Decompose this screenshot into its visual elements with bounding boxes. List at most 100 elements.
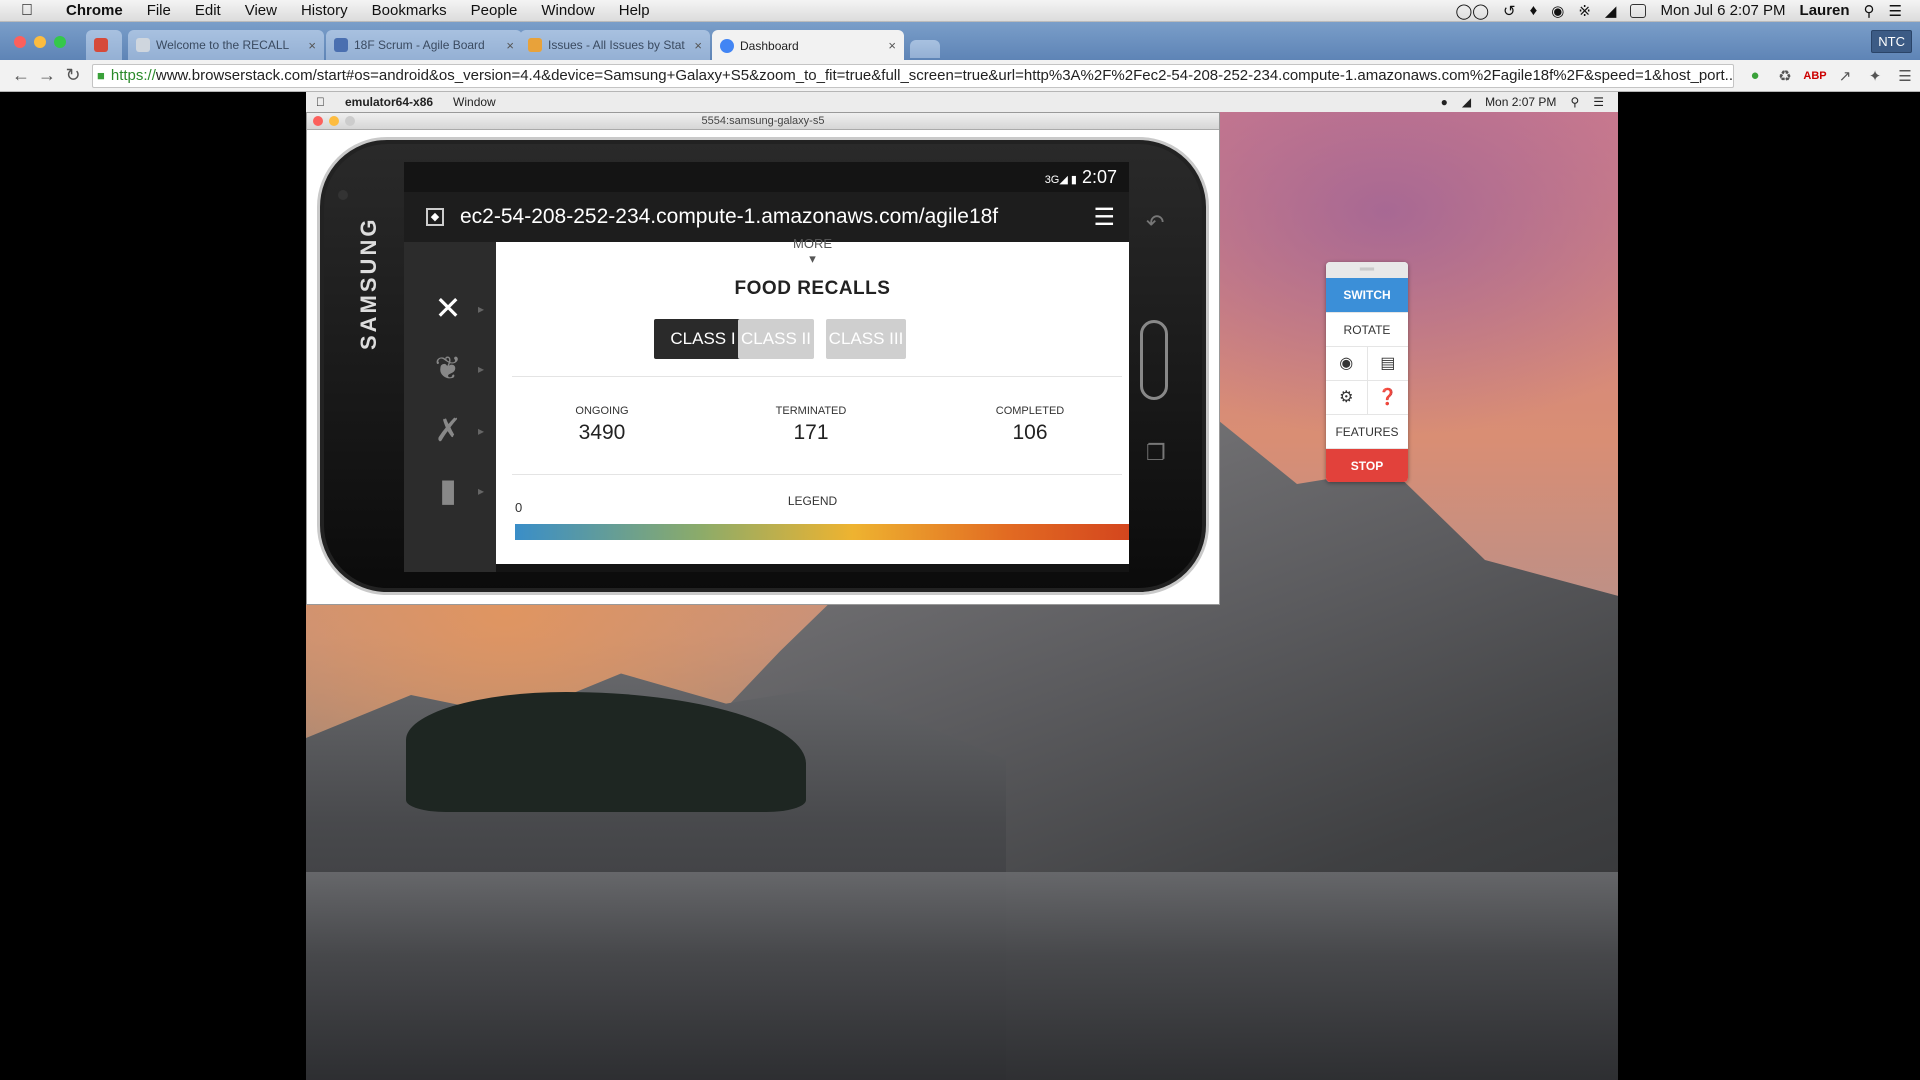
browser-menu-icon[interactable]: ☰ bbox=[1093, 203, 1115, 232]
notification-center-icon[interactable]: ☰ bbox=[1593, 95, 1604, 109]
clock[interactable]: Mon Jul 6 2:07 PM bbox=[1660, 2, 1785, 19]
back-icon[interactable]: ← bbox=[8, 65, 34, 86]
maximize-window-icon[interactable] bbox=[54, 36, 66, 48]
menu-bookmarks[interactable]: Bookmarks bbox=[360, 2, 459, 19]
signal-icon: 3G◢ ▮ bbox=[1044, 174, 1077, 186]
mobile-browser-urlbar[interactable]: ◆ ec2-54-208-252-234.compute-1.amazonaws… bbox=[404, 192, 1129, 242]
bookmark-icon[interactable]: ▮ bbox=[430, 472, 466, 508]
food-fork-knife-icon[interactable]: ✕ bbox=[430, 290, 466, 326]
menu-app-name[interactable]: Chrome bbox=[54, 2, 135, 19]
remote-menu-window[interactable]: Window bbox=[443, 95, 506, 109]
stat-value: 3490 bbox=[578, 421, 626, 444]
menu-window[interactable]: Window bbox=[529, 2, 606, 19]
adblock-icon[interactable]: ABP bbox=[1800, 70, 1830, 82]
apple-icon[interactable]:  bbox=[0, 2, 54, 20]
browser-viewport:  emulator64-x86 Window ● ◢ Mon 2:07 PM … bbox=[0, 92, 1920, 1080]
notification-bell-icon[interactable]: ♦ bbox=[1530, 2, 1538, 19]
drug-pill-icon[interactable]: ❦ bbox=[430, 350, 466, 386]
tab-label: 18F Scrum - Agile Board bbox=[354, 38, 485, 52]
sync-icon[interactable]: ↺ bbox=[1503, 2, 1516, 20]
jira-icon bbox=[334, 38, 348, 52]
divider bbox=[512, 474, 1122, 475]
jira-extension-icon[interactable]: ✦ bbox=[1860, 67, 1890, 85]
menu-people[interactable]: People bbox=[459, 2, 530, 19]
address-bar[interactable]: ■ https:// www.browserstack.com/start#os… bbox=[92, 63, 1734, 88]
remote-clock[interactable]: Mon 2:07 PM bbox=[1485, 95, 1556, 109]
features-button[interactable]: FEATURES bbox=[1326, 414, 1408, 448]
emulator-titlebar[interactable]: 5554:samsung-galaxy-s5 bbox=[307, 113, 1219, 130]
spotlight-search-icon[interactable]: ⚲ bbox=[1864, 2, 1875, 20]
chrome-menu-icon[interactable]: ☰ bbox=[1890, 67, 1920, 85]
minimize-window-icon[interactable] bbox=[329, 116, 339, 126]
bluetooth-icon[interactable]: ※ bbox=[1578, 2, 1591, 20]
emulator-window: 5554:samsung-galaxy-s5 SAMSUNG ↶ ❐ 3G◢ ▮… bbox=[306, 112, 1220, 605]
divider bbox=[512, 376, 1122, 377]
chevron-right-icon: ▸ bbox=[478, 424, 485, 438]
tab-scrum-board[interactable]: 18F Scrum - Agile Board × bbox=[326, 30, 522, 60]
url-text: www.browserstack.com/start#os=android&os… bbox=[155, 67, 1734, 84]
remote-app-name[interactable]: emulator64-x86 bbox=[335, 95, 443, 109]
switch-button[interactable]: SWITCH bbox=[1326, 278, 1408, 312]
wifi-icon[interactable]: ◢ bbox=[1605, 2, 1617, 20]
more-toggle[interactable]: MORE ▾ bbox=[496, 236, 1129, 267]
reload-icon[interactable]: ↻ bbox=[60, 65, 86, 86]
menu-view[interactable]: View bbox=[233, 2, 289, 19]
url-scheme: https:// bbox=[110, 67, 156, 84]
spotlight-search-icon[interactable]: ⚲ bbox=[1570, 95, 1579, 109]
notification-center-icon[interactable]: ☰ bbox=[1889, 2, 1902, 20]
help-icon[interactable]: ❓ bbox=[1366, 380, 1408, 414]
battery-icon[interactable] bbox=[1630, 3, 1647, 18]
extension-icon[interactable]: ↗ bbox=[1830, 67, 1860, 85]
mobile-url-text[interactable]: ec2-54-208-252-234.compute-1.amazonaws.c… bbox=[460, 205, 998, 229]
gallery-icon[interactable]: ▤ bbox=[1366, 346, 1408, 380]
rotate-button[interactable]: ROTATE bbox=[1326, 312, 1408, 346]
tab-dashboard[interactable]: Dashboard × bbox=[712, 30, 904, 61]
glasses-icon[interactable]: ◯◯ bbox=[1455, 2, 1489, 20]
phone-screen: 3G◢ ▮ 2:07 ◆ ec2-54-208-252-234.compute-… bbox=[404, 162, 1129, 572]
close-tab-icon[interactable]: × bbox=[506, 38, 514, 53]
menu-file[interactable]: File bbox=[135, 2, 183, 19]
profile-button[interactable]: NTC bbox=[1871, 30, 1912, 53]
wifi-icon[interactable]: ◢ bbox=[1462, 95, 1471, 109]
device-plug-icon[interactable]: ✗ bbox=[430, 412, 466, 448]
new-tab-button[interactable] bbox=[910, 40, 940, 58]
stat-value: 106 bbox=[1012, 421, 1048, 444]
menu-history[interactable]: History bbox=[289, 2, 360, 19]
recycle-icon[interactable]: ♻ bbox=[1770, 67, 1800, 85]
evernote-icon[interactable]: ● bbox=[1740, 67, 1770, 84]
close-tab-icon[interactable]: × bbox=[888, 38, 896, 53]
chevron-right-icon: ▸ bbox=[478, 362, 485, 376]
close-tab-icon[interactable]: × bbox=[694, 38, 702, 53]
class-iii-button[interactable]: CLASS III bbox=[826, 319, 906, 359]
tab-welcome-recall[interactable]: Welcome to the RECALL × bbox=[128, 30, 324, 60]
close-window-icon[interactable] bbox=[313, 116, 323, 126]
drag-handle-icon[interactable]: ══ bbox=[1326, 262, 1408, 278]
gmail-icon bbox=[94, 38, 108, 52]
close-window-icon[interactable] bbox=[14, 36, 26, 48]
tab-issues[interactable]: Issues - All Issues by Stat × bbox=[520, 30, 710, 60]
forward-icon[interactable]: → bbox=[34, 65, 60, 86]
close-tab-icon[interactable]: × bbox=[308, 38, 316, 53]
home-button[interactable] bbox=[1140, 320, 1168, 400]
apple-icon[interactable]:  bbox=[306, 95, 335, 109]
alert-icon[interactable]: ◉ bbox=[1551, 2, 1564, 20]
minimize-window-icon[interactable] bbox=[34, 36, 46, 48]
menu-help[interactable]: Help bbox=[607, 2, 662, 19]
legend-gradient-bar bbox=[515, 524, 1129, 540]
browser-toolbar: ← → ↻ ■ https:// www.browserstack.com/st… bbox=[0, 60, 1920, 92]
camera-icon[interactable]: ◉ bbox=[1326, 346, 1367, 380]
class-ii-button[interactable]: CLASS II bbox=[738, 319, 814, 359]
microphone-icon[interactable]: ● bbox=[1441, 95, 1448, 109]
recent-apps-icon[interactable]: ❐ bbox=[1146, 440, 1166, 466]
gear-icon[interactable]: ⚙ bbox=[1326, 380, 1367, 414]
mac-menubar:  Chrome File Edit View History Bookmark… bbox=[0, 0, 1920, 22]
maximize-window-icon[interactable] bbox=[345, 116, 355, 126]
tab-label: Issues - All Issues by Stat bbox=[548, 38, 685, 52]
more-label: MORE bbox=[793, 236, 832, 251]
stop-button[interactable]: STOP bbox=[1326, 448, 1408, 482]
back-key-icon[interactable]: ↶ bbox=[1146, 210, 1164, 236]
tab-gmail[interactable] bbox=[86, 30, 122, 60]
user-name[interactable]: Lauren bbox=[1800, 2, 1850, 19]
menu-edit[interactable]: Edit bbox=[183, 2, 233, 19]
wallpaper-foreground bbox=[306, 872, 1618, 1080]
